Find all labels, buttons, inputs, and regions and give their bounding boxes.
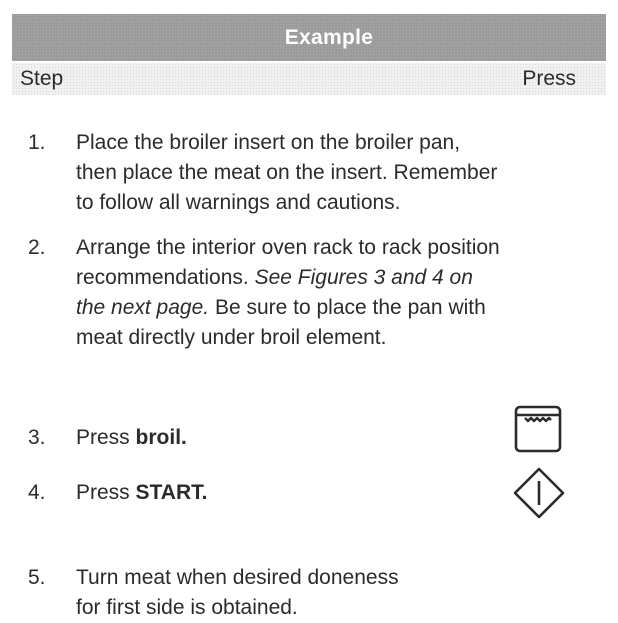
step-text: Arrange the interior oven rack to rack p… bbox=[76, 233, 616, 353]
step-line: to follow all warnings and cautions. bbox=[76, 191, 401, 214]
step-line: Arrange the interior oven rack to rack p… bbox=[76, 236, 500, 259]
step-text: Turn meat when desired doneness for firs… bbox=[76, 563, 616, 623]
step-number: 3. bbox=[28, 426, 46, 449]
figure-reference-cont: the next page. bbox=[76, 296, 210, 319]
key-name: broil. bbox=[135, 426, 187, 449]
step-number: 5. bbox=[28, 566, 46, 589]
step-prefix: Press bbox=[76, 481, 130, 504]
figure-reference: See Figures 3 and 4 on bbox=[254, 266, 473, 289]
step-line: then place the meat on the insert. Remem… bbox=[76, 161, 498, 184]
step-line: meat directly under broil element. bbox=[76, 326, 387, 349]
step-number: 1. bbox=[28, 131, 46, 154]
step-text-part: recommendations. bbox=[76, 266, 249, 289]
column-header-bar: Step Press bbox=[12, 63, 606, 95]
step-line: recommendations. See Figures 3 and 4 on bbox=[76, 263, 616, 293]
step-text-part: Be sure to place the pan with bbox=[214, 296, 486, 319]
header-title: Example bbox=[284, 25, 374, 49]
step-number: 2. bbox=[28, 236, 46, 259]
column-step-label: Step bbox=[20, 67, 64, 90]
step-text: Place the broiler insert on the broiler … bbox=[76, 128, 616, 218]
example-header: Example bbox=[12, 14, 606, 61]
key-name: START. bbox=[135, 481, 208, 504]
step-line: Turn meat when desired doneness bbox=[76, 566, 399, 589]
step-line: for first side is obtained. bbox=[76, 596, 298, 619]
step-prefix: Press bbox=[76, 426, 130, 449]
step-number: 4. bbox=[28, 481, 46, 504]
start-key-icon bbox=[513, 467, 565, 519]
column-press-label: Press bbox=[522, 67, 576, 90]
broil-key-icon bbox=[514, 405, 562, 453]
step-line: Place the broiler insert on the broiler … bbox=[76, 131, 461, 154]
step-line: the next page. Be sure to place the pan … bbox=[76, 293, 616, 323]
